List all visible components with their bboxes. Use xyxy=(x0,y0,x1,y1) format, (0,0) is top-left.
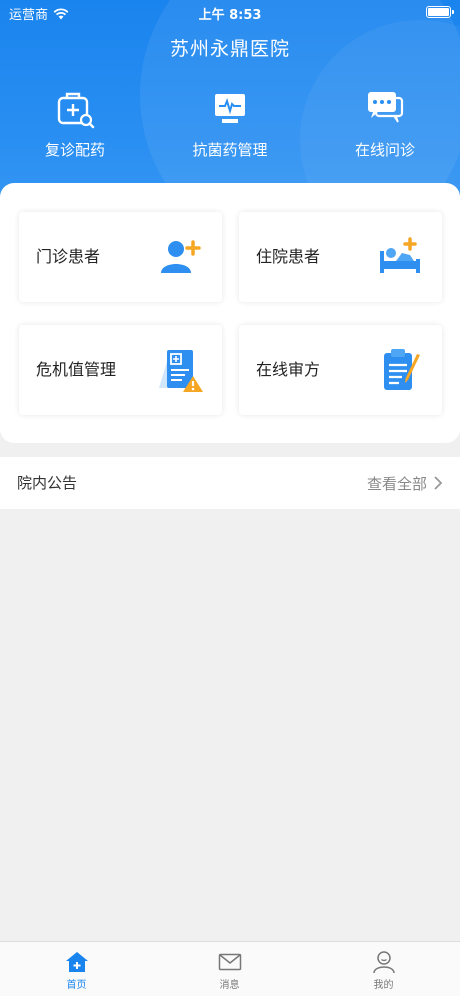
card-inpatient[interactable]: 住院患者 xyxy=(239,212,442,302)
quick-action-refill[interactable]: 复诊配药 xyxy=(0,88,150,160)
hospital-bed-icon xyxy=(380,237,420,273)
mail-icon xyxy=(218,953,241,971)
hospital-title: 苏州永鼎医院 xyxy=(169,38,290,60)
card-label: 危机值管理 xyxy=(36,360,117,379)
tab-profile[interactable]: 我的 xyxy=(307,942,460,996)
card-online-review[interactable]: 在线审方 xyxy=(239,325,442,415)
quick-action-label: 在线问诊 xyxy=(354,141,415,159)
status-time: 上午 8:53 xyxy=(198,8,262,23)
monitor-pulse-icon xyxy=(215,94,245,123)
card-critical-value[interactable]: 危机值管理 xyxy=(19,325,222,415)
medical-kit-icon xyxy=(57,92,95,129)
view-all-link[interactable]: 查看全部 xyxy=(367,457,443,509)
tab-label: 我的 xyxy=(373,980,394,991)
clipboard-pen-icon xyxy=(384,349,420,390)
notice-bar: 院内公告 查看全部 xyxy=(0,457,460,509)
card-label: 门诊患者 xyxy=(36,247,101,266)
user-icon xyxy=(372,951,395,974)
status-bar: 运营商 上午 8:53 xyxy=(0,0,460,24)
tab-bar: 首页 消息 我的 xyxy=(0,941,460,996)
card-outpatient[interactable]: 门诊患者 xyxy=(19,212,222,302)
view-all-label: 查看全部 xyxy=(366,474,427,493)
home-icon xyxy=(65,952,88,972)
tab-label: 消息 xyxy=(219,980,240,991)
quick-action-label: 复诊配药 xyxy=(44,141,105,159)
warning-report-icon xyxy=(159,350,203,392)
quick-actions: 复诊配药 抗菌药管理 在线问诊 xyxy=(0,88,460,168)
feature-panel: 门诊患者 住院患者 危机值管理 在线审方 xyxy=(0,183,460,443)
chat-bubbles-icon xyxy=(368,92,404,123)
chevron-right-icon xyxy=(434,476,443,490)
notice-title: 院内公告 xyxy=(17,474,78,492)
battery-icon xyxy=(426,6,454,18)
card-label: 在线审方 xyxy=(256,360,321,379)
tab-messages[interactable]: 消息 xyxy=(153,942,306,996)
quick-action-consult[interactable]: 在线问诊 xyxy=(310,88,460,160)
quick-action-antibiotic[interactable]: 抗菌药管理 xyxy=(155,88,305,160)
card-label: 住院患者 xyxy=(256,247,321,266)
add-patient-icon xyxy=(161,240,201,273)
tab-label: 首页 xyxy=(66,980,87,991)
tab-home[interactable]: 首页 xyxy=(0,942,153,996)
quick-action-label: 抗菌药管理 xyxy=(192,141,268,159)
